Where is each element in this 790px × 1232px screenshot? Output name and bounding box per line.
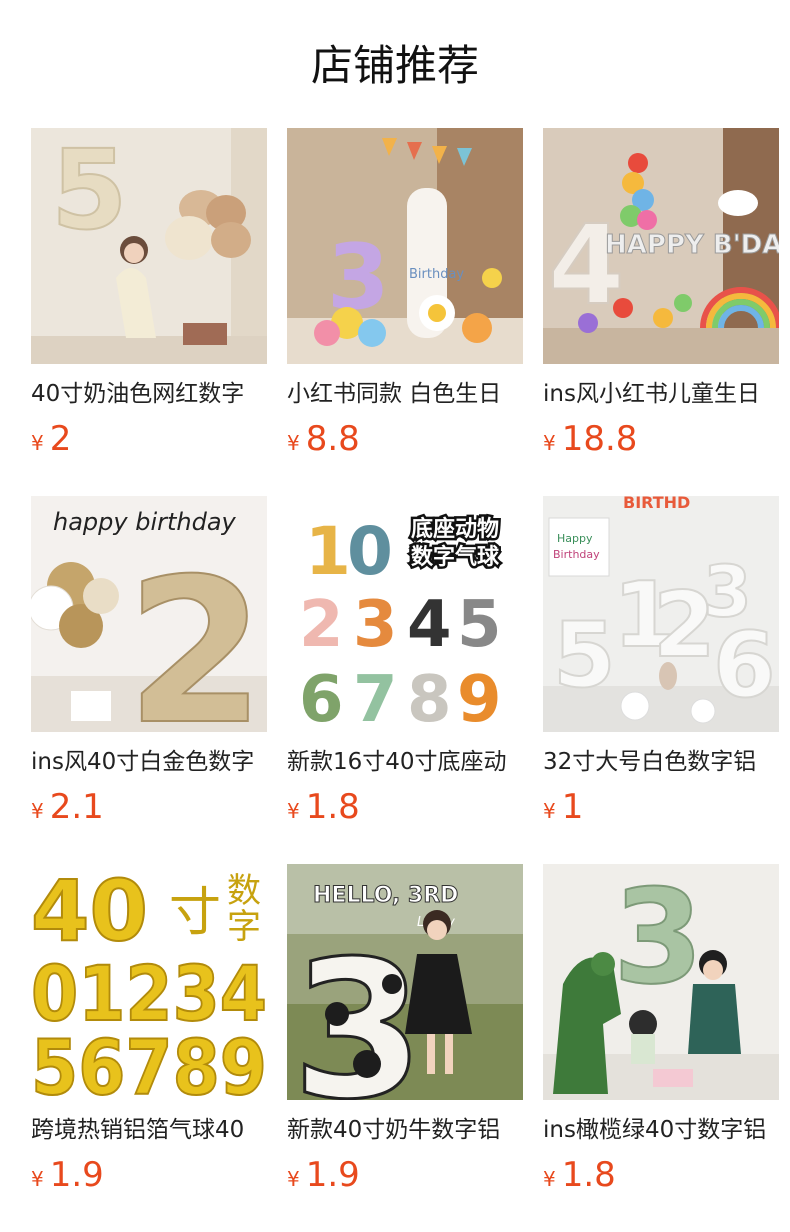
price-value: 2.1: [49, 787, 104, 827]
product-image[interactable]: Birthday 3: [287, 128, 523, 364]
image-text: happy birthday: [53, 508, 237, 536]
product-card[interactable]: BIRTHD Happy Birthday 5 1 2 3 6 32寸大号白色数…: [543, 496, 779, 827]
image-text: HELLO, 3RD: [313, 883, 458, 908]
currency-symbol: ¥: [543, 431, 556, 455]
product-price: ¥8.8: [287, 419, 523, 459]
svg-text:4: 4: [407, 588, 452, 662]
product-card[interactable]: 底座动物 数字气球 1 0 2 3 4 5 6 7 8 9 新款16寸40寸底座…: [287, 496, 523, 827]
image-text: 56789: [31, 1023, 267, 1100]
product-image[interactable]: 40 寸 数 字 01234 56789: [31, 864, 267, 1100]
product-name[interactable]: 新款16寸40寸底座动: [287, 746, 523, 778]
currency-symbol: ¥: [287, 1167, 300, 1191]
product-name[interactable]: ins风小红书儿童生日: [543, 378, 779, 410]
product-card[interactable]: 40 寸 数 字 01234 56789 跨境热销铝箔气球40 ¥1.9: [31, 864, 267, 1195]
price-value: 1.8: [305, 787, 360, 827]
image-text: Birthday: [409, 267, 464, 282]
product-name[interactable]: 新款40寸奶牛数字铝: [287, 1114, 523, 1146]
currency-symbol: ¥: [543, 1167, 556, 1191]
product-name[interactable]: 40寸奶油色网红数字: [31, 378, 267, 410]
svg-text:2: 2: [126, 536, 265, 732]
svg-text:9: 9: [457, 663, 502, 732]
product-card[interactable]: 4 HAPPY B'DAY ins风小红书儿童生日 ¥18.8: [543, 128, 779, 459]
image-text: BIRTHD: [623, 496, 690, 512]
currency-symbol: ¥: [31, 1167, 44, 1191]
section-title: 店铺推荐: [310, 41, 479, 90]
currency-symbol: ¥: [287, 431, 300, 455]
svg-text:0: 0: [347, 513, 393, 590]
price-value: 2: [49, 419, 72, 459]
svg-text:5: 5: [51, 128, 128, 254]
price-value: 1.9: [49, 1155, 104, 1195]
product-card[interactable]: HELLO, 3RD Lucky 3 新款40寸奶牛数字铝 ¥1.9: [287, 864, 523, 1195]
product-image[interactable]: 4 HAPPY B'DAY: [543, 128, 779, 364]
product-price: ¥1: [543, 787, 779, 827]
image-text: 40: [31, 864, 148, 960]
product-name[interactable]: ins橄榄绿40寸数字铝: [543, 1114, 779, 1146]
svg-text:3: 3: [353, 588, 398, 662]
price-value: 18.8: [561, 419, 638, 459]
image-text: Birthday: [553, 548, 600, 561]
image-text: Happy: [557, 532, 593, 545]
price-value: 1: [561, 787, 584, 827]
product-image[interactable]: 3: [543, 864, 779, 1100]
product-price: ¥1.8: [287, 787, 523, 827]
svg-text:1: 1: [305, 513, 351, 590]
product-card[interactable]: 5 40寸奶油色网红数字 ¥2: [31, 128, 267, 459]
product-card[interactable]: Birthday 3 小红书同款 白色生日 ¥8.8: [287, 128, 523, 459]
svg-text:5: 5: [457, 588, 502, 662]
product-price: ¥1.8: [543, 1155, 779, 1195]
product-name[interactable]: 32寸大号白色数字铝: [543, 746, 779, 778]
price-value: 1.8: [561, 1155, 616, 1195]
product-name[interactable]: 小红书同款 白色生日: [287, 378, 523, 410]
image-text: 数: [227, 871, 261, 911]
image-text: HAPPY B'DAY: [605, 230, 779, 260]
currency-symbol: ¥: [543, 799, 556, 823]
product-card[interactable]: 3 ins橄榄绿40寸数字铝 ¥1.8: [543, 864, 779, 1195]
price-value: 1.9: [305, 1155, 360, 1195]
product-card[interactable]: happy birthday 2 ins风40寸白金色数字 ¥2.1: [31, 496, 267, 827]
image-text: 数字气球: [411, 544, 500, 570]
product-image[interactable]: 5: [31, 128, 267, 364]
product-image[interactable]: 底座动物 数字气球 1 0 2 3 4 5 6 7 8 9: [287, 496, 523, 732]
product-name[interactable]: ins风40寸白金色数字: [31, 746, 267, 778]
svg-text:4: 4: [548, 201, 625, 329]
price-value: 8.8: [305, 419, 360, 459]
product-price: ¥1.9: [31, 1155, 267, 1195]
product-price: ¥2.1: [31, 787, 267, 827]
product-price: ¥1.9: [287, 1155, 523, 1195]
image-text: 字: [227, 907, 261, 947]
product-image[interactable]: happy birthday 2: [31, 496, 267, 732]
svg-text:5: 5: [553, 603, 616, 708]
product-price: ¥18.8: [543, 419, 779, 459]
product-price: ¥2: [31, 419, 267, 459]
svg-text:7: 7: [353, 663, 398, 732]
image-text: 底座动物: [411, 516, 499, 542]
currency-symbol: ¥: [31, 431, 44, 455]
svg-text:6: 6: [713, 613, 776, 718]
svg-text:8: 8: [407, 663, 452, 732]
svg-text:3: 3: [613, 864, 703, 1013]
currency-symbol: ¥: [287, 799, 300, 823]
product-image[interactable]: BIRTHD Happy Birthday 5 1 2 3 6: [543, 496, 779, 732]
image-text: 寸: [169, 883, 221, 943]
product-image[interactable]: HELLO, 3RD Lucky 3: [287, 864, 523, 1100]
svg-text:6: 6: [299, 663, 344, 732]
svg-text:2: 2: [299, 588, 344, 662]
currency-symbol: ¥: [31, 799, 44, 823]
product-name[interactable]: 跨境热销铝箔气球40: [31, 1114, 267, 1146]
